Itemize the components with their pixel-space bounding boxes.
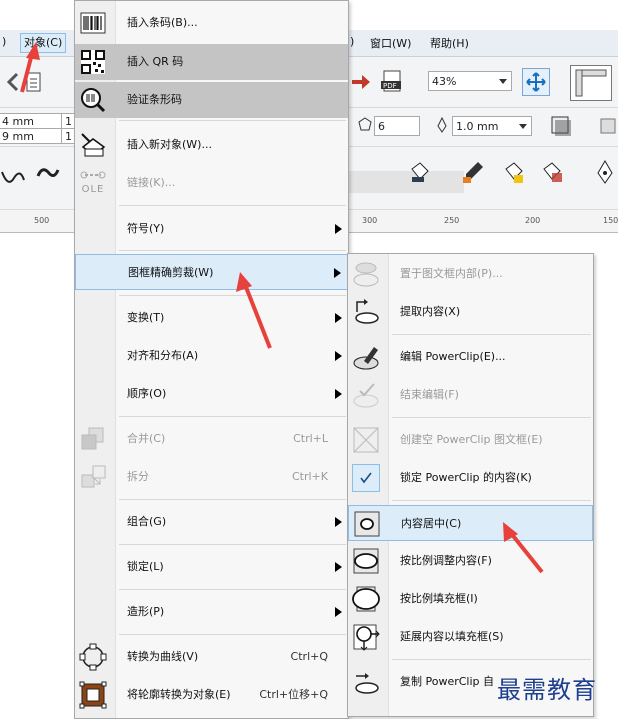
watermark-text: 最需教育 [497, 676, 597, 704]
annotation-arrow-icon [503, 522, 544, 574]
annotation-arrow-icon [20, 42, 40, 93]
annotation-arrow-icon [236, 272, 272, 349]
annotation-arrows [20, 42, 544, 574]
